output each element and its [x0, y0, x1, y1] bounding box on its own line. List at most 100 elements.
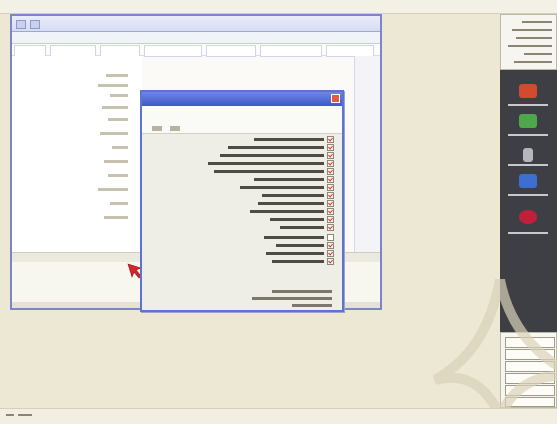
toolbar-field[interactable] [260, 45, 322, 57]
list-item[interactable] [108, 174, 128, 177]
list-item[interactable] [104, 160, 128, 163]
list-item[interactable] [110, 94, 128, 97]
dialog-option-checkbox[interactable] [327, 191, 334, 199]
dialog-tab[interactable] [170, 126, 180, 131]
sidebar-icon-label [508, 164, 548, 166]
sidebar-icon-label [508, 134, 548, 136]
sidebar-green-icon[interactable] [519, 114, 537, 128]
dialog-option-checkbox[interactable] [327, 143, 334, 151]
sidebar-icon-label [508, 194, 548, 196]
dialog-option-checkbox[interactable] [327, 233, 334, 241]
dialog-footer [142, 288, 342, 310]
dialog-option-row[interactable] [276, 241, 334, 249]
footer-text [292, 304, 332, 307]
dialog-option-checkbox[interactable] [327, 167, 334, 175]
dialog-option-checkbox[interactable] [327, 175, 334, 183]
dialog-option-row[interactable] [262, 191, 334, 199]
dialog-option-row[interactable] [264, 233, 334, 241]
dialog-tab[interactable] [152, 126, 162, 131]
sidebar-info-text [512, 29, 552, 31]
dialog-option-checkbox[interactable] [327, 241, 334, 249]
dialog-option-checkbox[interactable] [327, 257, 334, 265]
dialog-option-checkbox[interactable] [327, 183, 334, 191]
dialog-option-label [228, 145, 324, 149]
dialog-option-row[interactable] [254, 135, 334, 143]
right-scroll-strip[interactable] [354, 56, 380, 252]
dialog-option-label [272, 259, 324, 263]
window-controls [16, 20, 40, 29]
dialog-tabs [152, 126, 180, 131]
dialog-close-icon[interactable] [331, 94, 340, 103]
footer-text [272, 290, 332, 293]
dialog-option-label [264, 235, 324, 239]
list-item[interactable] [98, 188, 128, 191]
list-item[interactable] [98, 84, 128, 87]
dialog-option-checkbox[interactable] [327, 135, 334, 143]
list-item[interactable] [110, 202, 128, 205]
dialog-option-label [266, 251, 324, 255]
dialog-titlebar[interactable] [142, 92, 342, 106]
dialog-option-label [214, 169, 324, 173]
dialog-option-row[interactable] [272, 257, 334, 265]
sidebar-icon-label [508, 104, 548, 106]
dialog-option-label [270, 217, 324, 221]
sidebar-blue-icon[interactable] [519, 174, 537, 188]
list-item[interactable] [106, 74, 128, 77]
dialog-option-checkbox[interactable] [327, 159, 334, 167]
sidebar-info-text [508, 45, 552, 47]
list-item[interactable] [100, 132, 128, 135]
dialog-option-row[interactable] [266, 249, 334, 257]
dialog-option-checkbox[interactable] [327, 223, 334, 231]
list-item[interactable] [104, 216, 128, 219]
sidebar-cube-icon[interactable] [519, 210, 537, 224]
dialog-option-label [276, 243, 324, 247]
toolbar-field[interactable] [206, 45, 256, 57]
footer-text [252, 297, 332, 300]
dialog-header [142, 106, 342, 134]
dialog-option-label [240, 185, 324, 189]
dialog-option-checkbox[interactable] [327, 249, 334, 257]
toolbar-row [12, 44, 380, 57]
list-item[interactable] [108, 118, 128, 121]
address-row[interactable] [12, 32, 380, 44]
dialog-option-label [254, 177, 324, 181]
dialog-option-row[interactable] [220, 151, 334, 159]
dialog-option-row[interactable] [254, 175, 334, 183]
dialog-option-row[interactable] [214, 167, 334, 175]
dialog-option-checkbox[interactable] [327, 215, 334, 223]
sidebar-red-icon[interactable] [519, 84, 537, 98]
main-titlebar[interactable] [12, 16, 380, 32]
list-item[interactable] [102, 106, 128, 109]
dialog-option-label [262, 193, 324, 197]
sidebar-info-text [516, 37, 552, 39]
window-control-button[interactable] [16, 20, 26, 29]
bottom-status-strip [0, 408, 557, 424]
sidebar-small-icon[interactable] [523, 148, 533, 162]
dialog-option-row[interactable] [240, 183, 334, 191]
dialog-option-checkbox[interactable] [327, 199, 334, 207]
dialog-option-row[interactable] [258, 199, 334, 207]
bottom-status-marks [6, 414, 32, 416]
dialog-option-row[interactable] [280, 223, 334, 231]
sidebar-info-text [514, 61, 552, 63]
top-strip [0, 0, 557, 14]
dialog-option-label [258, 201, 324, 205]
dialog-option-label [250, 209, 324, 213]
window-control-button[interactable] [30, 20, 40, 29]
dialog-option-label [254, 137, 324, 141]
sidebar-info-panel [500, 14, 557, 70]
list-item[interactable] [112, 146, 128, 149]
dialog-option-row[interactable] [270, 215, 334, 223]
item-list [50, 74, 128, 244]
dialog-option-checkbox[interactable] [327, 151, 334, 159]
dialog-option-checkbox[interactable] [327, 207, 334, 215]
toolbar-field[interactable] [144, 45, 202, 57]
sidebar-info-text [524, 53, 552, 55]
dialog-option-row[interactable] [250, 207, 334, 215]
dialog-option-row[interactable] [208, 159, 334, 167]
sidebar-info-text [522, 21, 552, 23]
options-dialog [140, 90, 344, 312]
sidebar-icon-label [508, 232, 548, 234]
dialog-option-row[interactable] [228, 143, 334, 151]
dialog-option-label [280, 225, 324, 229]
